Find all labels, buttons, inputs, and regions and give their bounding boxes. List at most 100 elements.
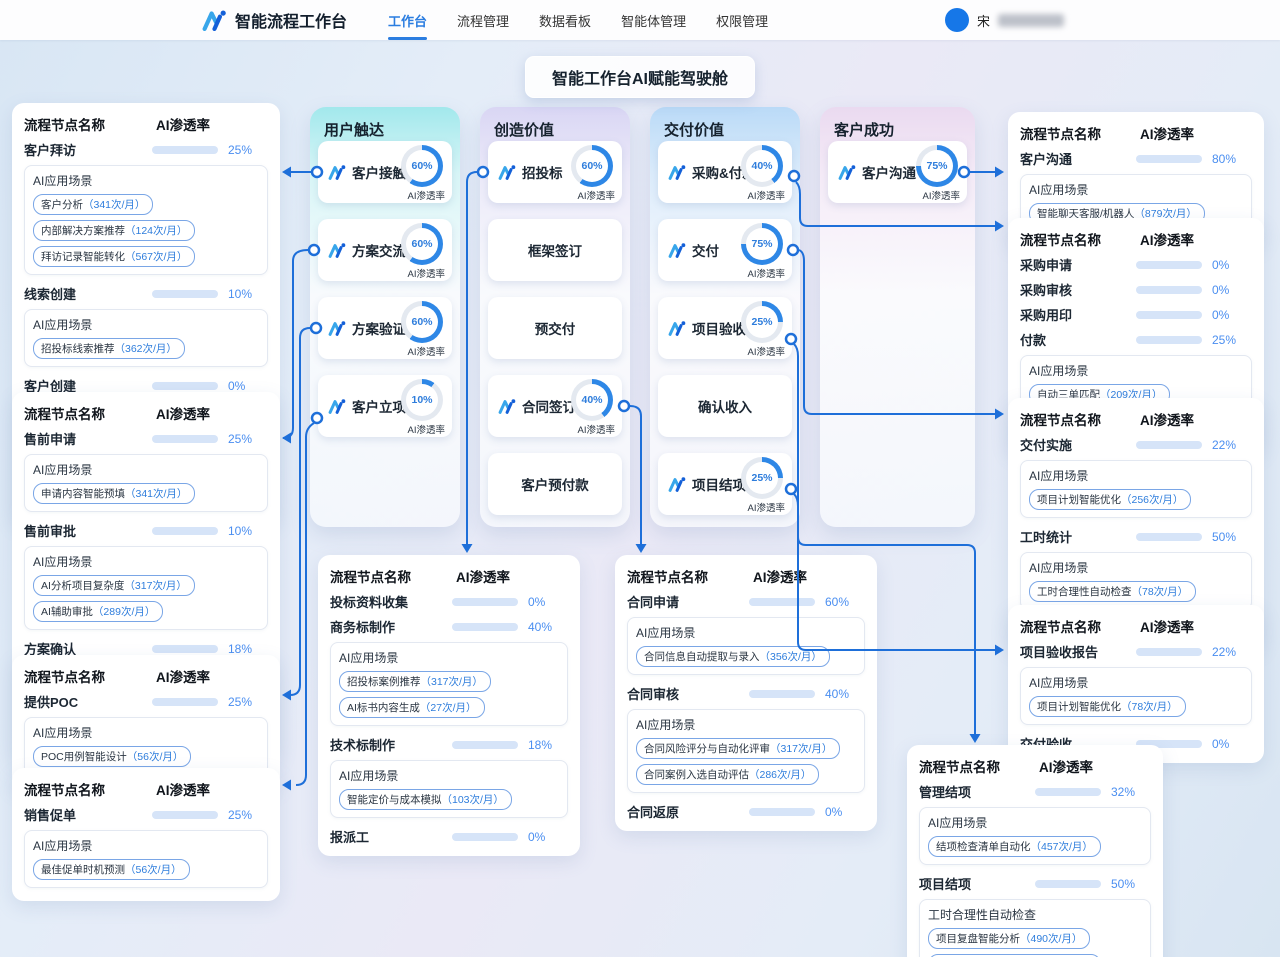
ai-scene-chip-count: （341次/月）: [83, 197, 145, 212]
ai-logo-icon: [668, 243, 687, 258]
ai-scene-chip-count: （317次/月）: [770, 741, 832, 756]
ai-logo-icon: [498, 165, 517, 180]
process-node[interactable]: 预交付: [488, 297, 622, 359]
ai-scene-chip[interactable]: 项目复盘智能分析（490次/月）: [928, 928, 1090, 949]
process-node[interactable]: 框架签订: [488, 219, 622, 281]
nav-tab[interactable]: 数据看板: [524, 0, 606, 40]
ai-scene-label: AI应用场景: [339, 767, 559, 784]
ai-penetration-caption: AI渗透率: [748, 188, 785, 202]
ai-scene-chip[interactable]: 结项检查清单自动化（457次/月）: [928, 836, 1101, 857]
process-row: 商务标制作 40%: [330, 617, 568, 636]
user-area[interactable]: 宋: [945, 8, 1064, 32]
process-node-label: 交付: [692, 240, 719, 260]
ai-penetration-donut: 60%: [401, 301, 443, 343]
ai-scene-chip-name: 智能定价与成本模拟: [347, 792, 442, 807]
ai-scene-chip[interactable]: 智能定价与成本模拟（103次/月）: [339, 789, 512, 810]
process-node[interactable]: 项目结项 25% AI渗透率: [658, 453, 792, 515]
penetration-bar: [152, 645, 218, 653]
ai-scene-chip[interactable]: 客户分析（341次/月）: [33, 194, 153, 215]
user-avatar[interactable]: [945, 8, 969, 32]
user-name-redacted: [998, 14, 1064, 27]
detail-card-rows: 投标资料收集 0% 商务标制作 40% AI应用场景 招投标案例推荐（317次/…: [330, 592, 568, 846]
process-node-head: 方案交流: [328, 219, 406, 281]
ai-scene-chip[interactable]: 内部解决方案推荐（124次/月）: [33, 220, 195, 241]
ai-scene-chip-name: 合同案例入选自动评估: [644, 767, 749, 782]
ai-scene-chip[interactable]: 招投标线索推荐（362次/月）: [33, 338, 185, 359]
process-node[interactable]: 交付 75% AI渗透率: [658, 219, 792, 281]
ai-penetration-caption: AI渗透率: [408, 188, 445, 202]
nav-tab[interactable]: 智能体管理: [606, 0, 701, 40]
detail-card-header: 流程节点名称 AI渗透率: [627, 566, 865, 586]
penetration-bar: [749, 808, 815, 816]
process-node-label: 框架签订: [528, 240, 582, 260]
process-node[interactable]: 客户预付款: [488, 453, 622, 515]
node-name-column-header: 流程节点名称: [1020, 616, 1140, 636]
ai-scene-label: AI应用场景: [1029, 559, 1243, 576]
process-node[interactable]: 招投标 60% AI渗透率: [488, 141, 622, 203]
ai-rate-column-header: AI渗透率: [156, 403, 268, 423]
ai-scene-chip-count: （356次/月）: [760, 649, 822, 664]
ai-penetration-value: 60%: [411, 160, 432, 172]
ai-scene-chip-list: 最佳促单时机预测（56次/月）: [33, 859, 259, 880]
process-row: 销售促单 25%: [24, 805, 268, 824]
ai-scene-box: AI应用场景 AI分析项目复杂度（317次/月）AI辅助审批（289次/月）: [24, 546, 268, 630]
ai-penetration-value: 60%: [581, 160, 602, 172]
node-name-column-header: 流程节点名称: [24, 666, 156, 686]
ai-scene-chip[interactable]: 合同信息自动提取与录入（356次/月）: [636, 646, 830, 667]
penetration-bar: [152, 435, 218, 443]
process-node[interactable]: 客户立项 10% AI渗透率: [318, 375, 452, 437]
process-node[interactable]: 客户沟通 75% AI渗透率: [828, 141, 967, 203]
ai-scene-chip[interactable]: 项目计划智能优化（78次/月）: [1029, 696, 1186, 717]
penetration-percent: 80%: [1212, 152, 1252, 166]
penetration-percent: 25%: [228, 143, 268, 157]
ai-scene-chip[interactable]: 招投标案例推荐（317次/月）: [339, 671, 491, 692]
process-node[interactable]: 客户接触 60% AI渗透率: [318, 141, 452, 203]
penetration-percent: 40%: [528, 620, 568, 634]
penetration-percent: 50%: [1212, 530, 1252, 544]
process-node[interactable]: 方案交流 60% AI渗透率: [318, 219, 452, 281]
process-node-label: 方案验证: [352, 318, 406, 338]
ai-scene-chip[interactable]: 项目计划智能优化（256次/月）: [1029, 489, 1191, 510]
ai-scene-chip[interactable]: 合同风险评分与自动化评审（317次/月）: [636, 738, 840, 759]
process-node[interactable]: 合同签订 40% AI渗透率: [488, 375, 622, 437]
ai-scene-chip-count: （78次/月）: [1121, 699, 1178, 714]
ai-rate-column-header: AI渗透率: [156, 666, 268, 686]
process-node-head: 客户立项: [328, 375, 406, 437]
nav-tab[interactable]: 权限管理: [701, 0, 783, 40]
penetration-percent: 18%: [228, 642, 268, 656]
penetration-percent: 40%: [825, 687, 865, 701]
process-row-name: 线索创建: [24, 284, 152, 303]
nav-tab[interactable]: 流程管理: [442, 0, 524, 40]
detail-card-rows: 合同申请 60% AI应用场景 合同信息自动提取与录入（356次/月） 合同审核…: [627, 592, 865, 821]
penetration-bar: [1035, 788, 1101, 796]
ai-scene-chip-count: （490次/月）: [1020, 931, 1082, 946]
penetration-percent: 0%: [528, 595, 568, 609]
process-row: 交付实施 22%: [1020, 435, 1252, 454]
ai-scene-chip[interactable]: AI辅助审批（289次/月）: [33, 601, 163, 622]
ai-scene-chip[interactable]: 工时合理性自动检查（78次/月）: [1029, 581, 1196, 602]
ai-scene-chip[interactable]: AI分析项目复杂度（317次/月）: [33, 575, 195, 596]
nav-tab[interactable]: 工作台: [373, 0, 442, 40]
penetration-bar: [452, 598, 518, 606]
process-node[interactable]: 确认收入: [658, 375, 792, 437]
ai-penetration-caption: AI渗透率: [408, 422, 445, 436]
process-node[interactable]: 采购&付款 40% AI渗透率: [658, 141, 792, 203]
detail-card-header: 流程节点名称 AI渗透率: [1020, 123, 1252, 143]
ai-scene-chip[interactable]: AI标书内容生成（27次/月）: [339, 697, 485, 718]
ai-scene-chip[interactable]: 最佳促单时机预测（56次/月）: [33, 859, 190, 880]
process-node[interactable]: 方案验证 60% AI渗透率: [318, 297, 452, 359]
ai-penetration-donut: 60%: [401, 145, 443, 187]
process-node-head: 合同签订: [498, 375, 576, 437]
ai-scene-chip[interactable]: 合同案例入选自动评估（286次/月）: [636, 764, 819, 785]
process-node[interactable]: 项目验收 25% AI渗透率: [658, 297, 792, 359]
ai-scene-chip-count: （362次/月）: [115, 341, 177, 356]
penetration-bar: [1136, 286, 1202, 294]
ai-scene-chip[interactable]: 申请内容智能预填（341次/月）: [33, 483, 195, 504]
process-row-name: 客户沟通: [1020, 149, 1136, 168]
ai-penetration-value: 60%: [411, 316, 432, 328]
ai-scene-chip[interactable]: 拜访记录智能转化（567次/月）: [33, 246, 195, 267]
process-row: 报派工 0%: [330, 827, 568, 846]
ai-rate-column-header: AI渗透率: [753, 566, 865, 586]
ai-scene-chip[interactable]: POC用例智能设计（56次/月）: [33, 746, 191, 767]
process-row-name: 销售促单: [24, 805, 152, 824]
